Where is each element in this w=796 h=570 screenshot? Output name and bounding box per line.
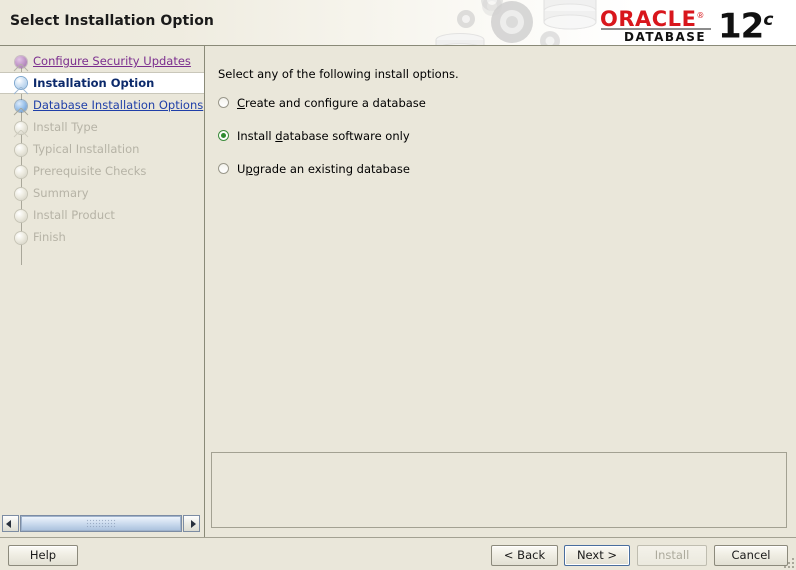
back-button-label: < Back <box>504 548 545 562</box>
install-button: Install <box>637 545 707 566</box>
step-node-icon <box>15 210 27 222</box>
step-node-icon <box>15 166 27 178</box>
page-title: Select Installation Option <box>10 13 214 29</box>
caret-left-icon <box>6 520 11 528</box>
help-button-label: Help <box>30 548 56 562</box>
radio-label-text: atabase software only <box>283 129 410 143</box>
sidebar-item-install-type: Install Type <box>0 116 204 138</box>
version-suffix: c <box>763 10 773 30</box>
radio-label: Create and configure a database <box>237 94 426 112</box>
radio-label: Install database software only <box>237 127 410 145</box>
navigation-viewport: Configure Security Updates Installation … <box>0 46 204 513</box>
sidebar-item-database-installation-options[interactable]: Database Installation Options <box>0 94 204 116</box>
resize-grip-icon[interactable] <box>782 556 794 568</box>
registered-mark-icon: ® <box>696 11 705 20</box>
radio-button-icon <box>218 97 229 108</box>
navigation-sidebar: Configure Security Updates Installation … <box>0 46 205 537</box>
navigation-list: Configure Security Updates Installation … <box>0 46 204 248</box>
sidebar-item-install-product: Install Product <box>0 204 204 226</box>
help-button[interactable]: Help <box>8 545 78 566</box>
radio-button-icon <box>218 130 229 141</box>
scrollbar-grip-icon <box>86 519 116 528</box>
message-panel <box>211 452 787 528</box>
button-bar: Help < Back Next > Install Cancel <box>0 537 796 570</box>
step-branch-icon <box>11 130 31 138</box>
sidebar-item-prerequisite-checks: Prerequisite Checks <box>0 160 204 182</box>
sidebar-item-label: Install Product <box>33 204 115 226</box>
oracle-logo: ORACLE® DATABASE 12c <box>600 3 786 45</box>
version-number: 12 <box>718 6 763 46</box>
back-button[interactable]: < Back <box>491 545 558 566</box>
radio-label-text: reate and configure a database <box>245 96 426 110</box>
step-node-icon <box>15 188 27 200</box>
sidebar-item-typical-installation: Typical Installation <box>0 138 204 160</box>
step-node-icon <box>15 144 27 156</box>
radio-label: Upgrade an existing database <box>237 160 410 178</box>
gears-and-database-graphic <box>430 0 620 46</box>
sidebar-horizontal-scrollbar[interactable] <box>2 515 200 532</box>
oracle-wordmark: ORACLE® <box>600 5 712 30</box>
sidebar-item-summary: Summary <box>0 182 204 204</box>
cancel-button-label: Cancel <box>732 548 771 562</box>
caret-right-icon <box>191 520 196 528</box>
sidebar-item-label: Installation Option <box>33 73 154 93</box>
next-button-label: Next > <box>577 548 617 562</box>
scroll-left-button[interactable] <box>2 515 19 532</box>
cancel-button[interactable]: Cancel <box>714 545 788 566</box>
step-branch-icon <box>11 108 31 116</box>
version-label: 12c <box>718 1 773 45</box>
radio-label-prefix: Install <box>237 129 275 143</box>
next-button[interactable]: Next > <box>564 545 630 566</box>
installer-window: Select Installation Option <box>0 0 796 570</box>
sidebar-item-installation-option[interactable]: Installation Option <box>0 72 204 94</box>
radio-mnemonic: p <box>245 162 252 176</box>
scrollbar-thumb[interactable] <box>21 516 181 531</box>
install-button-label: Install <box>655 548 690 562</box>
step-node-icon <box>15 232 27 244</box>
sidebar-item-configure-security-updates[interactable]: Configure Security Updates <box>0 50 204 72</box>
sidebar-item-label: Prerequisite Checks <box>33 160 146 182</box>
sidebar-item-label: Finish <box>33 226 66 248</box>
product-name: DATABASE <box>624 30 706 44</box>
sidebar-item-finish: Finish <box>0 226 204 248</box>
radio-mnemonic: C <box>237 96 245 110</box>
radio-button-icon <box>218 163 229 174</box>
scroll-right-button[interactable] <box>183 515 200 532</box>
sidebar-item-label: Database Installation Options <box>33 94 203 116</box>
main-content: Select any of the following install opti… <box>206 46 796 537</box>
radio-selected-dot-icon <box>221 133 226 138</box>
step-branch-icon <box>11 64 31 72</box>
scrollbar-track[interactable] <box>20 515 182 532</box>
radio-label-text: grade an existing database <box>253 162 410 176</box>
sidebar-item-label: Typical Installation <box>33 138 139 160</box>
sidebar-item-label: Configure Security Updates <box>33 50 191 72</box>
sidebar-item-label: Summary <box>33 182 89 204</box>
radio-mnemonic: d <box>275 129 282 143</box>
sidebar-item-label: Install Type <box>33 116 98 138</box>
window-header: Select Installation Option <box>0 0 796 46</box>
instruction-text: Select any of the following install opti… <box>218 67 459 81</box>
